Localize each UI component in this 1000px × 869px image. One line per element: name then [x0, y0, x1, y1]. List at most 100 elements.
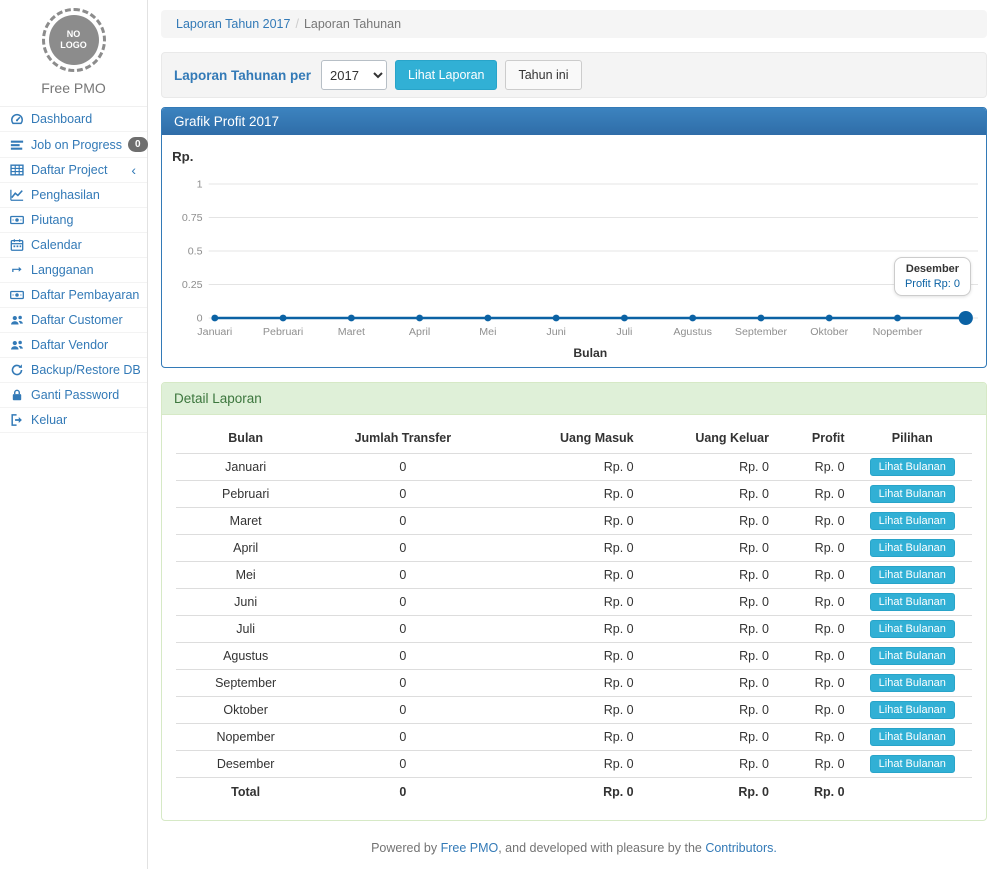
brand-name: Free PMO	[0, 80, 147, 96]
year-select[interactable]: 2017	[321, 60, 387, 90]
cell-bulan: Oktober	[176, 697, 315, 724]
detail-laporan-panel: Detail Laporan BulanJumlah TransferUang …	[161, 382, 987, 821]
chevron-left-icon: ‹	[131, 163, 138, 177]
sidebar-item-job-on-progress[interactable]: Job on Progress0	[0, 132, 147, 158]
tasks-icon	[9, 138, 25, 152]
line-chart-icon	[9, 188, 25, 202]
chart-point-juli[interactable]	[621, 315, 628, 322]
footer-link-contributors[interactable]: Contributors.	[705, 841, 777, 855]
chart-point-januari[interactable]	[211, 315, 218, 322]
column-header-bulan: Bulan	[176, 423, 315, 454]
chart-point-agustus[interactable]	[689, 315, 696, 322]
lihat-bulanan-button[interactable]: Lihat Bulanan	[870, 647, 955, 665]
lihat-bulanan-button[interactable]: Lihat Bulanan	[870, 458, 955, 476]
gauge-icon	[9, 112, 25, 126]
users-icon	[9, 338, 25, 352]
cell-uang-keluar: Rp. 0	[642, 535, 777, 562]
cell-bulan: April	[176, 535, 315, 562]
tahun-ini-button[interactable]: Tahun ini	[505, 60, 581, 90]
profit-chart-svg: Rp.10.750.50.250JanuariPebruariMaretApri…	[168, 143, 980, 367]
cell-uang-keluar: Rp. 0	[642, 670, 777, 697]
cell-jumlah-transfer: 0	[315, 724, 490, 751]
x-tick-label: Nopember	[873, 326, 923, 338]
lihat-bulanan-button[interactable]: Lihat Bulanan	[870, 674, 955, 692]
cell-uang-keluar: Rp. 0	[642, 697, 777, 724]
table-row-nopember: Nopember0Rp. 0Rp. 0Rp. 0Lihat Bulanan	[176, 724, 972, 751]
cell-uang-keluar: Rp. 0	[642, 616, 777, 643]
cell-jumlah-transfer: 0	[315, 562, 490, 589]
sidebar-item-daftar-customer[interactable]: Daftar Customer	[0, 308, 147, 333]
report-table: BulanJumlah TransferUang MasukUang Kelua…	[176, 423, 972, 806]
cell-uang-keluar: Rp. 0	[642, 724, 777, 751]
chart-point-maret[interactable]	[348, 315, 355, 322]
lihat-bulanan-button[interactable]: Lihat Bulanan	[870, 728, 955, 746]
cell-uang-keluar: Rp. 0	[642, 589, 777, 616]
sidebar-item-ganti-password[interactable]: Ganti Password	[0, 383, 147, 408]
cell-profit: Rp. 0	[777, 643, 853, 670]
cell-uang-masuk: Rp. 0	[490, 454, 641, 481]
cell-profit: Rp. 0	[777, 616, 853, 643]
lihat-bulanan-button[interactable]: Lihat Bulanan	[870, 593, 955, 611]
x-tick-label: Mei	[479, 326, 496, 338]
cell-pilihan: Lihat Bulanan	[853, 616, 972, 643]
y-tick-label: 0.5	[188, 246, 203, 258]
sidebar-item-daftar-pembayaran[interactable]: Daftar Pembayaran	[0, 283, 147, 308]
cell-pilihan: Lihat Bulanan	[853, 751, 972, 778]
cell-bulan: Maret	[176, 508, 315, 535]
cell-uang-keluar: Rp. 0	[642, 508, 777, 535]
report-table-total-row: Total0Rp. 0Rp. 0Rp. 0	[176, 778, 972, 807]
sidebar-item-label: Daftar Project	[31, 163, 107, 177]
cell-jumlah-transfer: 0	[315, 535, 490, 562]
column-header-jumlah-transfer: Jumlah Transfer	[315, 423, 490, 454]
sidebar-item-label: Piutang	[31, 213, 73, 227]
chart-point-nopember[interactable]	[894, 315, 901, 322]
sidebar-item-penghasilan[interactable]: Penghasilan	[0, 183, 147, 208]
lock-icon	[9, 388, 25, 402]
x-tick-label: September	[735, 326, 788, 338]
total-value	[853, 778, 972, 807]
sidebar-item-piutang[interactable]: Piutang	[0, 208, 147, 233]
lihat-bulanan-button[interactable]: Lihat Bulanan	[870, 512, 955, 530]
chart-point-desember[interactable]	[959, 311, 973, 325]
sidebar-item-dashboard[interactable]: Dashboard	[0, 107, 147, 132]
sidebar-item-daftar-project[interactable]: Daftar Project ‹	[0, 158, 147, 183]
footer: Powered by Free PMO, and developed with …	[161, 841, 987, 855]
cell-profit: Rp. 0	[777, 751, 853, 778]
lihat-bulanan-button[interactable]: Lihat Bulanan	[870, 755, 955, 773]
chart-point-mei[interactable]	[484, 315, 491, 322]
chart-point-september[interactable]	[757, 315, 764, 322]
lihat-bulanan-button[interactable]: Lihat Bulanan	[870, 539, 955, 557]
sidebar: NO LOGO Free PMO Dashboard Job on Progres…	[0, 0, 148, 869]
sidebar-item-backup-restore-db[interactable]: Backup/Restore DB	[0, 358, 147, 383]
x-tick-label: Juli	[616, 326, 632, 338]
sidebar-item-keluar[interactable]: Keluar	[0, 408, 147, 433]
chart-point-pebruari[interactable]	[280, 315, 287, 322]
chart-point-april[interactable]	[416, 315, 423, 322]
cell-uang-masuk: Rp. 0	[490, 481, 641, 508]
x-tick-label: Januari	[197, 326, 232, 338]
report-table-body: Januari0Rp. 0Rp. 0Rp. 0Lihat BulananPebr…	[176, 454, 972, 778]
table-row-mei: Mei0Rp. 0Rp. 0Rp. 0Lihat Bulanan	[176, 562, 972, 589]
chart-point-juni[interactable]	[553, 315, 560, 322]
sidebar-menu: Dashboard Job on Progress0 Daftar Project ‹…	[0, 106, 147, 433]
cell-pilihan: Lihat Bulanan	[853, 454, 972, 481]
footer-link-free-pmo[interactable]: Free PMO	[441, 841, 499, 855]
sidebar-item-daftar-vendor[interactable]: Daftar Vendor	[0, 333, 147, 358]
chart-tooltip-title: Desember	[905, 263, 960, 275]
lihat-bulanan-button[interactable]: Lihat Bulanan	[870, 620, 955, 638]
breadcrumb-link[interactable]: Laporan Tahun 2017	[176, 17, 290, 31]
lihat-bulanan-button[interactable]: Lihat Bulanan	[870, 701, 955, 719]
refresh-icon	[9, 363, 25, 377]
sidebar-item-langganan[interactable]: Langganan	[0, 258, 147, 283]
chart-point-oktober[interactable]	[826, 315, 833, 322]
cell-profit: Rp. 0	[777, 535, 853, 562]
lihat-bulanan-button[interactable]: Lihat Bulanan	[870, 485, 955, 503]
logo-text: NO LOGO	[59, 29, 89, 52]
sidebar-item-label: Dashboard	[31, 112, 92, 126]
lihat-laporan-button[interactable]: Lihat Laporan	[395, 60, 497, 90]
lihat-bulanan-button[interactable]: Lihat Bulanan	[870, 566, 955, 584]
sidebar-item-calendar[interactable]: Calendar	[0, 233, 147, 258]
cell-jumlah-transfer: 0	[315, 589, 490, 616]
y-axis-label: Rp.	[172, 149, 193, 164]
cell-jumlah-transfer: 0	[315, 508, 490, 535]
